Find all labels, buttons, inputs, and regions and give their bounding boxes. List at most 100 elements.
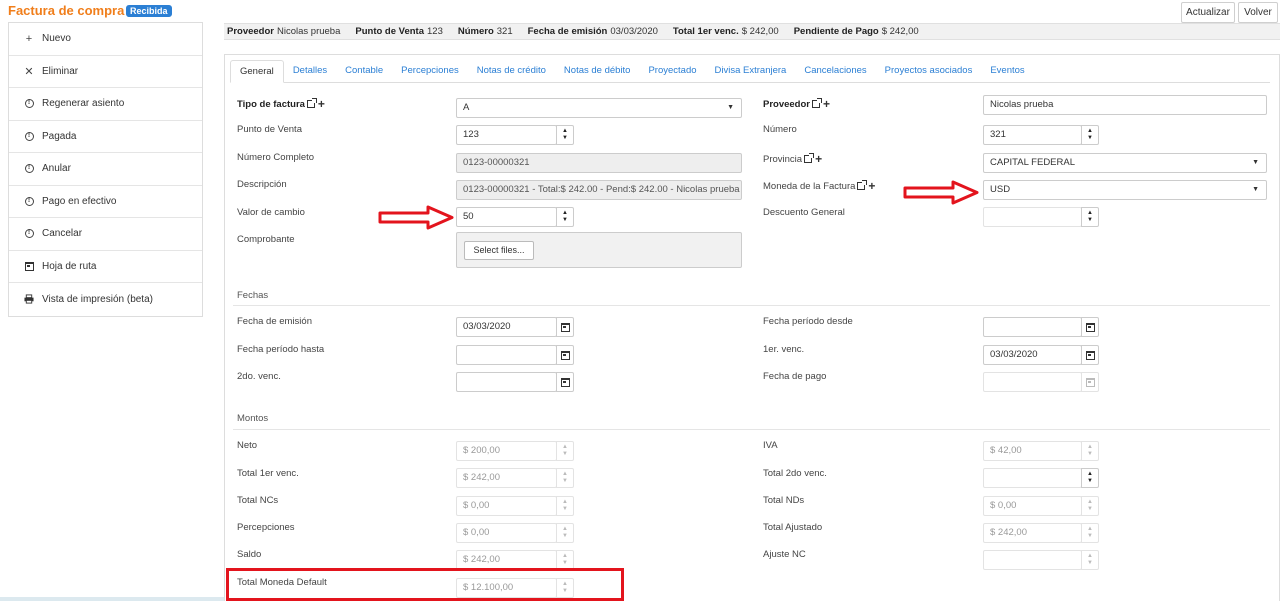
sidebar-item-label: Hoja de ruta xyxy=(42,260,97,272)
tab-proyectos-asociados[interactable]: Proyectos asociados xyxy=(876,60,982,83)
tab-proyectado[interactable]: Proyectado xyxy=(639,60,705,83)
sidebar-item-label: Anular xyxy=(42,163,71,175)
sidebar-item-nuevo[interactable]: + Nuevo xyxy=(9,23,202,56)
fecha-pago-field xyxy=(983,372,1082,392)
back-button[interactable]: Volver xyxy=(1238,2,1278,23)
add-icon[interactable]: + xyxy=(318,97,325,111)
annotation-highlight-box xyxy=(226,568,624,601)
tab-cancelaciones[interactable]: Cancelaciones xyxy=(795,60,875,83)
number-stepper: ▲ ▼ xyxy=(1081,441,1099,461)
number-stepper[interactable]: ▲ ▼ xyxy=(1081,468,1099,488)
tab-eventos[interactable]: Eventos xyxy=(981,60,1033,83)
alert-circle-icon: ! xyxy=(24,196,34,206)
total-ajustado-label: Total Ajustado xyxy=(763,522,823,533)
actions-sidebar: + Nuevo ✕ Eliminar ! Regenerar asiento !… xyxy=(8,22,203,317)
numero-completo-label: Número Completo xyxy=(237,152,315,163)
number-stepper[interactable]: ▲ ▼ xyxy=(1081,125,1099,145)
punto-venta-input[interactable]: 123 xyxy=(456,125,557,145)
ajuste-nc-label: Ajuste NC xyxy=(763,549,806,560)
add-icon[interactable]: + xyxy=(815,152,822,166)
proveedor-input[interactable]: Nicolas prueba xyxy=(983,95,1267,115)
sidebar-item-eliminar[interactable]: ✕ Eliminar xyxy=(9,56,202,88)
ajuste-nc-field xyxy=(983,550,1082,570)
sidebar-item-hoja-ruta[interactable]: Hoja de ruta xyxy=(9,251,202,283)
select-value: A xyxy=(463,102,470,113)
number-stepper[interactable]: ▲ ▼ xyxy=(1081,207,1099,227)
printer-icon xyxy=(24,294,34,304)
external-link-icon[interactable] xyxy=(804,153,815,163)
provincia-select[interactable]: CAPITAL FEDERAL ▼ xyxy=(983,153,1267,173)
sidebar-item-pagada[interactable]: ! Pagada xyxy=(9,121,202,153)
tab-percepciones[interactable]: Percepciones xyxy=(392,60,468,83)
number-stepper: ▲ ▼ xyxy=(1081,550,1099,570)
total-1er-field: $ 242,00 xyxy=(456,468,557,488)
tipo-factura-select[interactable]: A ▼ xyxy=(456,98,742,118)
number-stepper: ▲ ▼ xyxy=(1081,496,1099,516)
calendar-button[interactable] xyxy=(1081,345,1099,365)
sidebar-item-cancelar[interactable]: ! Cancelar xyxy=(9,218,202,251)
sidebar-item-vista-impresion[interactable]: Vista de impresión (beta) xyxy=(9,283,202,316)
select-files-button[interactable]: Select files... xyxy=(464,241,534,260)
external-link-icon[interactable] xyxy=(306,98,317,108)
valor-cambio-input[interactable]: 50 xyxy=(456,207,557,227)
section-title-fechas: Fechas xyxy=(237,290,269,301)
fecha-periodo-hasta-input[interactable] xyxy=(456,345,557,365)
descripcion-label: Descripción xyxy=(237,179,287,190)
external-link-icon[interactable] xyxy=(812,98,822,108)
calendar-icon xyxy=(24,261,34,271)
summary-label: Número xyxy=(457,26,494,37)
tab-divisa-extranjera[interactable]: Divisa Extranjera xyxy=(706,60,796,83)
calendar-icon xyxy=(560,322,570,332)
page-title: Factura de compra xyxy=(8,3,125,18)
tab-general[interactable]: General xyxy=(230,60,284,83)
add-icon[interactable]: + xyxy=(823,97,830,111)
scroll-strip xyxy=(0,597,224,601)
fecha-periodo-desde-label: Fecha período desde xyxy=(763,316,853,327)
descuento-input[interactable] xyxy=(983,207,1082,227)
iva-field: $ 42,00 xyxy=(983,441,1082,461)
summary-label: Proveedor xyxy=(227,26,274,37)
total-2do-input[interactable] xyxy=(983,468,1082,488)
add-icon[interactable]: + xyxy=(868,179,875,193)
number-stepper: ▲ ▼ xyxy=(556,550,574,570)
calendar-button[interactable] xyxy=(556,317,574,337)
fecha-emision-input[interactable]: 03/03/2020 xyxy=(456,317,557,337)
tab-detalles[interactable]: Detalles xyxy=(284,60,336,83)
calendar-button[interactable] xyxy=(1081,317,1099,337)
annotation-arrow-icon xyxy=(903,180,979,205)
main-panel xyxy=(224,54,1280,601)
fecha-periodo-hasta-label: Fecha período hasta xyxy=(237,344,325,355)
sidebar-item-anular[interactable]: ! Anular xyxy=(9,153,202,186)
summary-value: $ 242,00 xyxy=(741,26,779,37)
number-stepper: ▲ ▼ xyxy=(556,496,574,516)
caret-down-icon: ▼ xyxy=(727,104,734,111)
tab-notas-debito[interactable]: Notas de débito xyxy=(555,60,640,83)
field-label: Moneda de la Factura xyxy=(763,181,856,192)
iva-label: IVA xyxy=(763,440,778,451)
tab-contable[interactable]: Contable xyxy=(336,60,392,83)
tab-notas-credito[interactable]: Notas de crédito xyxy=(468,60,555,83)
number-stepper[interactable]: ▲ ▼ xyxy=(556,125,574,145)
number-stepper: ▲ ▼ xyxy=(556,441,574,461)
field-label: Proveedor xyxy=(763,99,810,110)
summary-label: Total 1er venc. xyxy=(672,26,739,37)
calendar-button[interactable] xyxy=(556,345,574,365)
sidebar-item-regenerar-asiento[interactable]: ! Regenerar asiento xyxy=(9,88,202,121)
calendar-button[interactable] xyxy=(556,372,574,392)
segundo-venc-input[interactable] xyxy=(456,372,557,392)
percepciones-label: Percepciones xyxy=(237,522,295,533)
external-link-icon[interactable] xyxy=(857,180,868,190)
moneda-select[interactable]: USD ▼ xyxy=(983,180,1267,200)
neto-label: Neto xyxy=(237,440,258,451)
primer-venc-input[interactable]: 03/03/2020 xyxy=(983,345,1082,365)
sidebar-item-pago-efectivo[interactable]: ! Pago en efectivo xyxy=(9,186,202,218)
number-stepper[interactable]: ▲ ▼ xyxy=(556,207,574,227)
select-value: CAPITAL FEDERAL xyxy=(990,157,1075,168)
invoice-summary-bar: Proveedor Nicolas prueba Punto de Venta 12… xyxy=(224,23,1280,40)
field-label: Provincia xyxy=(763,154,803,165)
refresh-button[interactable]: Actualizar xyxy=(1181,2,1235,23)
fecha-periodo-desde-input[interactable] xyxy=(983,317,1082,337)
numero-completo-field: 0123-00000321 xyxy=(456,153,742,173)
numero-input[interactable]: 321 xyxy=(983,125,1082,145)
summary-label: Punto de Venta xyxy=(355,26,424,37)
